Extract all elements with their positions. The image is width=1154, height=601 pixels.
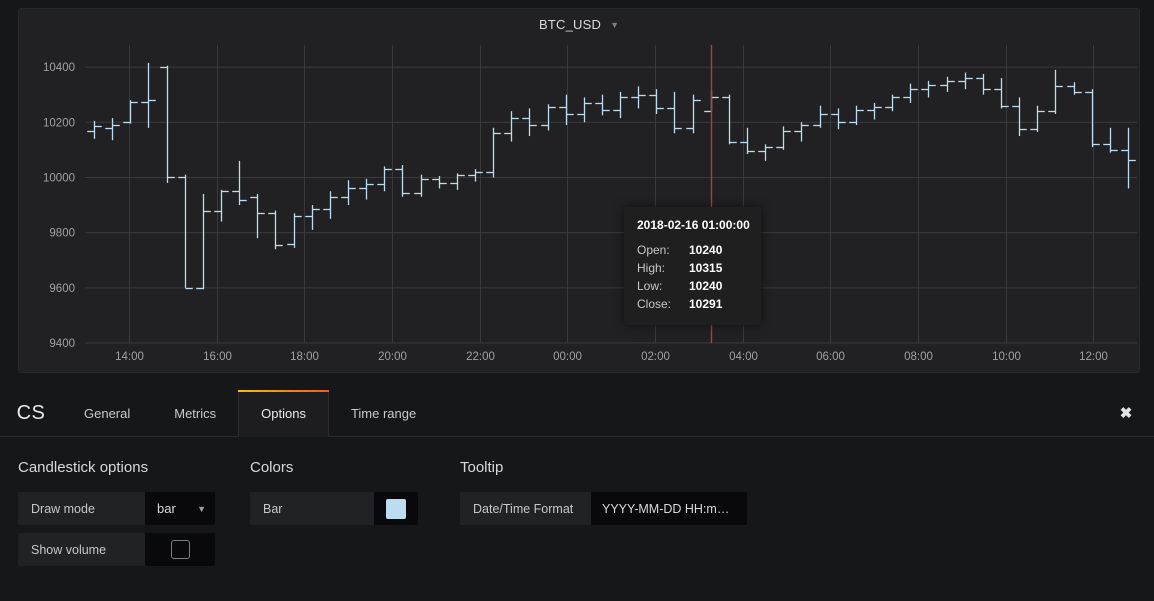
show-volume-checkbox-wrap[interactable]: [145, 533, 215, 566]
tooltip-open-label: Open:: [637, 243, 670, 257]
ohlc-chart-svg[interactable]: 10400 10200 10000 9800 9600 9400 14:00 16:00 18:…: [19, 39, 1141, 374]
svg-text:04:00: 04:00: [729, 351, 758, 363]
tooltip-row-close: Close: 10291: [637, 295, 748, 313]
show-volume-control[interactable]: [145, 533, 215, 566]
editor-tab-bar: CS General Metrics Options Time range ✖: [0, 390, 1154, 437]
svg-text:02:00: 02:00: [641, 351, 670, 363]
section-colors-title: Colors: [250, 459, 294, 476]
bar-color-control[interactable]: [374, 492, 418, 525]
field-show-volume: Show volume: [18, 533, 250, 566]
tooltip-timestamp: 2018-02-16 01:00:00: [637, 218, 750, 232]
options-tab-content: Candlestick options Draw mode bar ▼ Show…: [0, 437, 1154, 574]
section-candlestick-title: Candlestick options: [18, 459, 149, 476]
section-tooltip-title: Tooltip: [460, 459, 504, 476]
candlestick-chart[interactable]: 10400 10200 10000 9800 9600 9400 14:00 16:00 18:…: [19, 39, 1141, 374]
tooltip-high-label: High:: [637, 261, 666, 275]
svg-text:20:00: 20:00: [378, 351, 407, 363]
field-draw-mode: Draw mode bar ▼: [18, 492, 250, 525]
tooltip-row-low: Low: 10240: [637, 277, 748, 295]
datetime-format-control[interactable]: YYYY-MM-DD HH:m…: [591, 492, 747, 525]
tooltip-row-high: High: 10315: [637, 259, 748, 277]
datetime-format-input[interactable]: YYYY-MM-DD HH:m…: [591, 492, 747, 525]
bar-color-swatch-wrap[interactable]: [374, 492, 418, 525]
svg-text:06:00: 06:00: [816, 351, 845, 363]
chevron-down-icon[interactable]: ▼: [610, 20, 619, 30]
chart-tooltip: 2018-02-16 01:00:00 Open: 10240 High: 10…: [624, 207, 761, 325]
tab-time-range[interactable]: Time range: [329, 390, 438, 436]
svg-text:12:00: 12:00: [1079, 351, 1108, 363]
chart-panel: BTC_USD ▼ 10400 10200 10000 9800 9600 9400 14:…: [18, 8, 1140, 373]
tab-metrics[interactable]: Metrics: [152, 390, 238, 436]
tooltip-close-value: 10291: [689, 297, 723, 311]
tooltip-close-label: Close:: [637, 297, 672, 311]
panel-header: BTC_USD ▼: [19, 9, 1139, 39]
tooltip-open-value: 10240: [689, 243, 723, 257]
panel-editor: CS General Metrics Options Time range ✖ …: [0, 390, 1154, 601]
tooltip-low-value: 10240: [689, 279, 723, 293]
svg-text:10400: 10400: [43, 62, 75, 74]
svg-text:14:00: 14:00: [115, 351, 144, 363]
editor-plugin-logo: CS: [16, 401, 46, 424]
close-icon[interactable]: ✖: [1098, 390, 1154, 436]
svg-text:00:00: 00:00: [553, 351, 582, 363]
datetime-format-label: Date/Time Format: [460, 492, 591, 525]
tab-options[interactable]: Options: [238, 390, 329, 437]
show-volume-label: Show volume: [18, 533, 145, 566]
chevron-down-icon: ▼: [197, 503, 206, 514]
section-colors: Colors Bar: [250, 459, 460, 574]
tooltip-row-open: Open: 10240: [637, 241, 748, 259]
section-tooltip: Tooltip Date/Time Format YYYY-MM-DD HH:m…: [460, 459, 790, 574]
bar-color-label: Bar: [250, 492, 374, 525]
tab-options-label: Options: [261, 405, 306, 421]
svg-text:10000: 10000: [43, 172, 75, 184]
svg-text:16:00: 16:00: [203, 351, 232, 363]
svg-text:10:00: 10:00: [992, 351, 1021, 363]
section-candlestick-options: Candlestick options Draw mode bar ▼ Show…: [0, 459, 250, 574]
page-title: BTC_USD: [539, 16, 602, 32]
tab-general-label: General: [84, 405, 131, 421]
bar-color-swatch[interactable]: [386, 498, 406, 519]
draw-mode-select[interactable]: bar ▼: [145, 492, 215, 525]
field-bar-color: Bar: [250, 492, 460, 525]
tooltip-low-label: Low:: [637, 279, 663, 293]
grafana-panel-editor-screen: BTC_USD ▼ 10400 10200 10000 9800 9600 9400 14:…: [0, 0, 1154, 601]
svg-text:9600: 9600: [49, 283, 75, 295]
draw-mode-label: Draw mode: [18, 492, 145, 525]
tab-general[interactable]: General: [62, 390, 152, 436]
tooltip-high-value: 10315: [689, 261, 723, 275]
svg-text:9800: 9800: [49, 228, 75, 240]
draw-mode-control[interactable]: bar ▼: [145, 492, 215, 525]
svg-text:10200: 10200: [43, 117, 75, 129]
svg-text:22:00: 22:00: [466, 351, 495, 363]
show-volume-checkbox[interactable]: [170, 540, 190, 559]
svg-text:18:00: 18:00: [290, 351, 319, 363]
field-datetime-format: Date/Time Format YYYY-MM-DD HH:m…: [460, 492, 790, 525]
draw-mode-value: bar: [157, 501, 176, 516]
panel-title-menu[interactable]: BTC_USD ▼: [539, 17, 619, 32]
tab-time-range-label: Time range: [350, 405, 417, 421]
svg-text:9400: 9400: [49, 338, 75, 350]
tab-metrics-label: Metrics: [174, 405, 217, 421]
svg-text:08:00: 08:00: [904, 351, 933, 363]
